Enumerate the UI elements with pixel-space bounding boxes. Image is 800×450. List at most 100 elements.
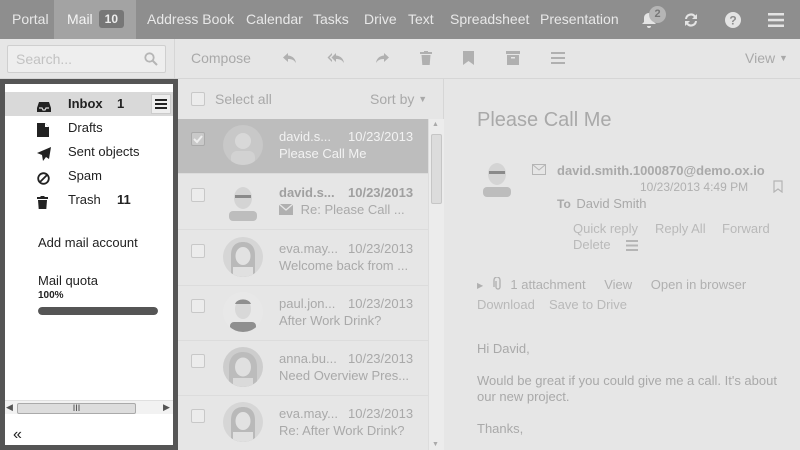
quick-reply-link[interactable]: Quick reply: [573, 221, 638, 236]
mail-body-closing: Thanks,: [477, 421, 524, 436]
mail-list-item[interactable]: david.s... 10/23/2013 Please Call Me: [178, 119, 428, 174]
hamburger-icon: [768, 12, 784, 27]
nav-presentation[interactable]: Presentation: [540, 0, 619, 39]
attachments-row: ▶ 1 attachment View Open in browser: [477, 276, 746, 292]
archive-icon[interactable]: [506, 51, 520, 68]
mail-sender: anna.bu...: [279, 351, 337, 366]
view-attachment-link[interactable]: View: [604, 277, 632, 292]
nav-tasks[interactable]: Tasks: [313, 0, 349, 39]
delete-link[interactable]: Delete: [573, 237, 611, 252]
reply-all-icon[interactable]: [327, 51, 345, 68]
caret-down-icon: ▼: [778, 53, 788, 63]
open-in-browser-link[interactable]: Open in browser: [651, 277, 746, 292]
nav-text[interactable]: Text: [408, 0, 434, 39]
search-input[interactable]: [16, 50, 140, 68]
refresh-button[interactable]: [680, 0, 702, 39]
mail-list-item[interactable]: david.s... 10/23/2013 Re: Please Call ..…: [178, 175, 428, 230]
mail-toolbar: Compose View ▼: [0, 39, 800, 79]
forward-link[interactable]: Forward: [722, 221, 770, 236]
mail-body-paragraph: Would be great if you could give me a ca…: [477, 373, 777, 404]
bookmark-icon[interactable]: [463, 51, 474, 68]
trash-icon: [37, 193, 48, 217]
scrollbar-thumb[interactable]: [431, 134, 442, 204]
horizontal-scrollbar[interactable]: ◀ III ▶: [5, 400, 173, 414]
select-all-label[interactable]: Select all: [215, 91, 272, 107]
nav-spreadsheet[interactable]: Spreadsheet: [450, 0, 529, 39]
mail-list-scrollbar[interactable]: ▲ ▼: [428, 119, 444, 450]
mail-date: 10/23/2013: [348, 129, 414, 144]
folder-trash[interactable]: Trash 11: [5, 188, 173, 212]
scroll-right-arrow-icon[interactable]: ▶: [163, 402, 170, 413]
mail-list-item[interactable]: anna.bu... 10/23/2013 Need Overview Pres…: [178, 341, 428, 396]
nav-mail[interactable]: Mail 10: [54, 0, 137, 39]
mail-subject: Welcome back from ...: [279, 258, 409, 273]
more-actions-icon[interactable]: [626, 239, 638, 254]
search-icon[interactable]: [144, 52, 158, 69]
mail-unread-badge: 10: [98, 10, 125, 28]
mail-quota-bar: [38, 307, 158, 315]
folder-label: Trash: [68, 192, 101, 207]
avatar: [223, 347, 263, 387]
scroll-down-arrow-icon[interactable]: ▼: [432, 441, 439, 448]
scroll-left-arrow-icon[interactable]: ◀: [6, 402, 13, 413]
select-all-checkbox[interactable]: [191, 92, 205, 106]
view-dropdown[interactable]: View ▼: [745, 50, 788, 66]
download-link[interactable]: Download: [477, 297, 535, 312]
save-to-drive-link[interactable]: Save to Drive: [549, 297, 627, 312]
folder-inbox[interactable]: Inbox 1: [5, 92, 173, 116]
notifications-button[interactable]: 2: [634, 0, 666, 39]
forward-icon[interactable]: [374, 51, 390, 68]
compose-button[interactable]: Compose: [191, 50, 251, 66]
mail-quota-label: Mail quota: [38, 273, 98, 288]
mail-checkbox[interactable]: [191, 132, 205, 146]
mail-date: 10/23/2013: [348, 185, 414, 200]
mail-sender: eva.may...: [279, 241, 339, 256]
main-menu-button[interactable]: [765, 0, 787, 39]
add-mail-account-link[interactable]: Add mail account: [38, 235, 138, 250]
mail-list-item[interactable]: eva.may... 10/23/2013 Re: After Work Dri…: [178, 396, 428, 450]
notification-count-badge: 2: [649, 6, 666, 23]
folder-label: Inbox: [68, 96, 103, 111]
help-icon: ?: [725, 11, 741, 28]
mail-date: 10/23/2013: [348, 406, 414, 421]
sort-by-dropdown[interactable]: Sort by ▼: [370, 91, 427, 107]
folder-menu-button[interactable]: [151, 94, 171, 114]
folder-drafts[interactable]: Drafts: [5, 116, 173, 140]
folder-sent-objects[interactable]: Sent objects: [5, 140, 173, 164]
mail-list-item[interactable]: paul.jon... 10/23/2013 After Work Drink?: [178, 286, 428, 341]
mail-checkbox[interactable]: [191, 409, 205, 423]
more-actions-icon[interactable]: [551, 51, 565, 68]
help-button[interactable]: ?: [722, 0, 744, 39]
mail-sender: david.s...: [279, 129, 332, 144]
reply-icon[interactable]: [282, 51, 298, 68]
nav-calendar[interactable]: Calendar: [246, 0, 303, 39]
expand-caret-icon[interactable]: ▶: [477, 281, 483, 290]
mail-list-item[interactable]: eva.may... 10/23/2013 Welcome back from …: [178, 231, 428, 286]
top-navigation-bar: Portal Mail 10 Address Book Calendar Task…: [0, 0, 800, 39]
nav-portal[interactable]: Portal: [12, 0, 49, 39]
folder-count: 1: [117, 96, 125, 111]
attachment-count[interactable]: 1 attachment: [510, 277, 585, 292]
recipient-name[interactable]: David Smith: [576, 196, 646, 211]
sender-address[interactable]: david.smith.1000870@demo.ox.io: [557, 163, 765, 178]
folder-label: Drafts: [68, 120, 103, 135]
mail-checkbox[interactable]: [191, 188, 205, 202]
nav-address-book[interactable]: Address Book: [147, 0, 234, 39]
collapse-panel-button[interactable]: «: [13, 426, 22, 444]
flag-icon[interactable]: [773, 180, 783, 196]
mail-checkbox[interactable]: [191, 244, 205, 258]
scroll-up-arrow-icon[interactable]: ▲: [432, 121, 439, 128]
mail-list-header: Select all Sort by ▼: [178, 79, 444, 119]
mail-checkbox[interactable]: [191, 354, 205, 368]
nav-drive[interactable]: Drive: [364, 0, 397, 39]
mail-subject: Re: Please Call ...: [300, 202, 405, 217]
delete-icon[interactable]: [420, 51, 432, 68]
scrollbar-thumb[interactable]: III: [17, 403, 136, 414]
avatar: [223, 292, 263, 332]
folder-spam[interactable]: Spam: [5, 164, 173, 188]
reply-all-link[interactable]: Reply All: [655, 221, 706, 236]
folder-label: Sent objects: [68, 144, 140, 159]
mail-checkbox[interactable]: [191, 299, 205, 313]
mail-list-panel: Select all Sort by ▼ david.s... 10/23/20…: [178, 79, 444, 450]
mail-quota-fill: [38, 307, 158, 315]
